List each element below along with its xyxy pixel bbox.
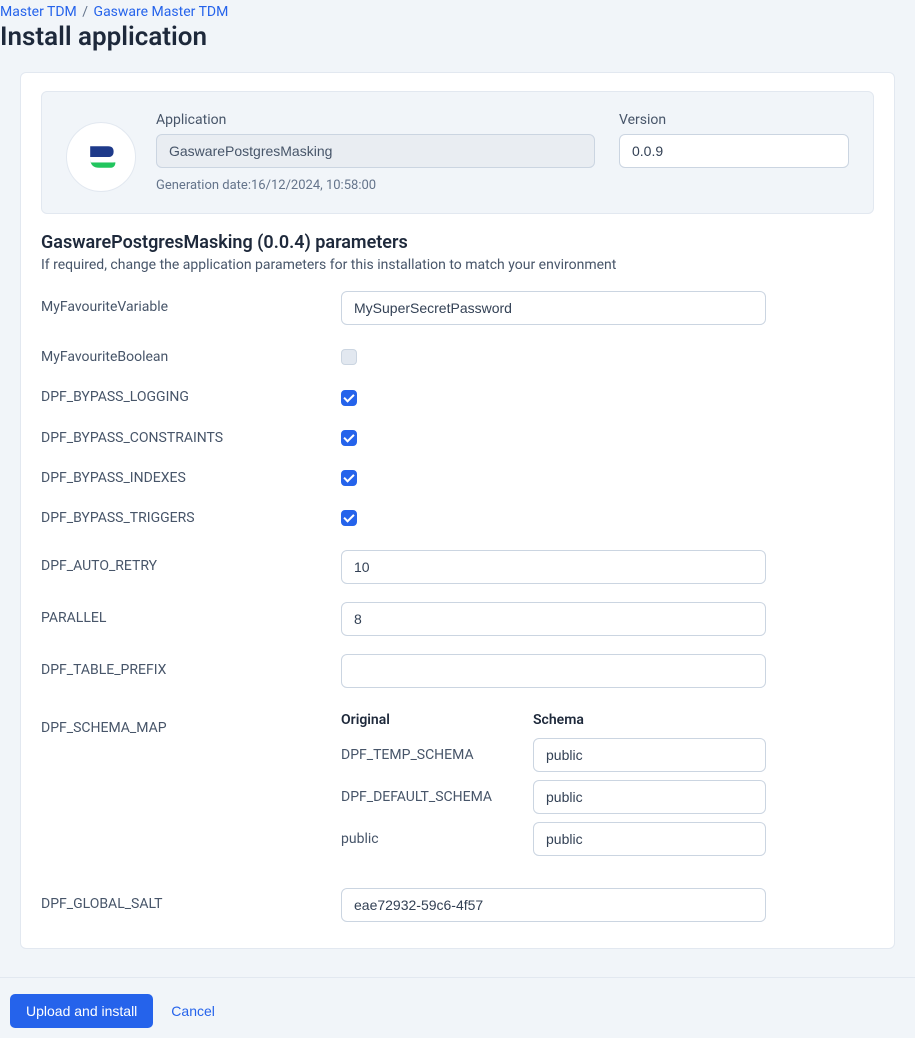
schema-row: public	[341, 822, 766, 856]
schema-original-0: DPF_TEMP_SCHEMA	[341, 747, 521, 763]
cancel-button[interactable]: Cancel	[171, 1003, 215, 1019]
schema-header-schema: Schema	[533, 712, 766, 728]
param-label-bypass-constraints: DPF_BYPASS_CONSTRAINTS	[41, 430, 341, 446]
param-input-auto-retry[interactable]	[341, 550, 766, 584]
footer-actions: Upload and install Cancel	[0, 977, 915, 1038]
app-logo-icon	[83, 139, 119, 175]
param-label-bypass-triggers: DPF_BYPASS_TRIGGERS	[41, 510, 341, 526]
param-checkbox-bypass-constraints[interactable]	[341, 430, 357, 446]
schema-original-1: DPF_DEFAULT_SCHEMA	[341, 789, 521, 805]
app-logo	[66, 122, 136, 192]
param-input-global-salt[interactable]	[341, 888, 766, 922]
breadcrumb-link-gasware-master-tdm[interactable]: Gasware Master TDM	[94, 4, 229, 20]
version-input[interactable]	[619, 134, 849, 168]
schema-original-2: public	[341, 831, 521, 847]
param-label-table-prefix: DPF_TABLE_PREFIX	[41, 654, 341, 678]
application-label: Application	[156, 112, 595, 128]
param-input-myfavouritevariable[interactable]	[341, 291, 766, 325]
parameters-subtitle: If required, change the application para…	[41, 257, 874, 273]
param-input-parallel[interactable]	[341, 602, 766, 636]
upload-and-install-button[interactable]: Upload and install	[10, 994, 153, 1028]
param-checkbox-bypass-indexes[interactable]	[341, 470, 357, 486]
param-label-parallel: PARALLEL	[41, 602, 341, 626]
page-title: Install application	[0, 22, 915, 52]
breadcrumb: Master TDM / Gasware Master TDM	[0, 0, 915, 20]
param-label-schema-map: DPF_SCHEMA_MAP	[41, 712, 341, 736]
param-label-auto-retry: DPF_AUTO_RETRY	[41, 550, 341, 574]
schema-input-1[interactable]	[533, 780, 766, 814]
main-card: Application Generation date:16/12/2024, …	[20, 72, 895, 949]
param-checkbox-myfavouriteboolean[interactable]	[341, 349, 357, 365]
param-checkbox-bypass-logging[interactable]	[341, 390, 357, 406]
breadcrumb-link-master-tdm[interactable]: Master TDM	[0, 4, 77, 20]
breadcrumb-separator: /	[82, 4, 88, 20]
app-header-panel: Application Generation date:16/12/2024, …	[41, 91, 874, 214]
param-checkbox-bypass-triggers[interactable]	[341, 510, 357, 526]
generation-date: Generation date:16/12/2024, 10:58:00	[156, 178, 595, 193]
schema-row: DPF_DEFAULT_SCHEMA	[341, 780, 766, 814]
schema-row: DPF_TEMP_SCHEMA	[341, 738, 766, 772]
param-label-bypass-indexes: DPF_BYPASS_INDEXES	[41, 470, 341, 486]
application-input	[156, 134, 595, 168]
param-input-table-prefix[interactable]	[341, 654, 766, 688]
schema-input-0[interactable]	[533, 738, 766, 772]
schema-input-2[interactable]	[533, 822, 766, 856]
param-label-myfavouritevariable: MyFavouriteVariable	[41, 291, 341, 315]
version-label: Version	[619, 112, 849, 128]
schema-map-table: Original Schema DPF_TEMP_SCHEMA DPF_DEFA…	[341, 712, 766, 856]
param-label-bypass-logging: DPF_BYPASS_LOGGING	[41, 389, 341, 405]
schema-header-original: Original	[341, 712, 521, 728]
parameters-title: GaswarePostgresMasking (0.0.4) parameter…	[41, 232, 874, 253]
param-label-global-salt: DPF_GLOBAL_SALT	[41, 888, 341, 912]
param-label-myfavouriteboolean: MyFavouriteBoolean	[41, 349, 341, 365]
